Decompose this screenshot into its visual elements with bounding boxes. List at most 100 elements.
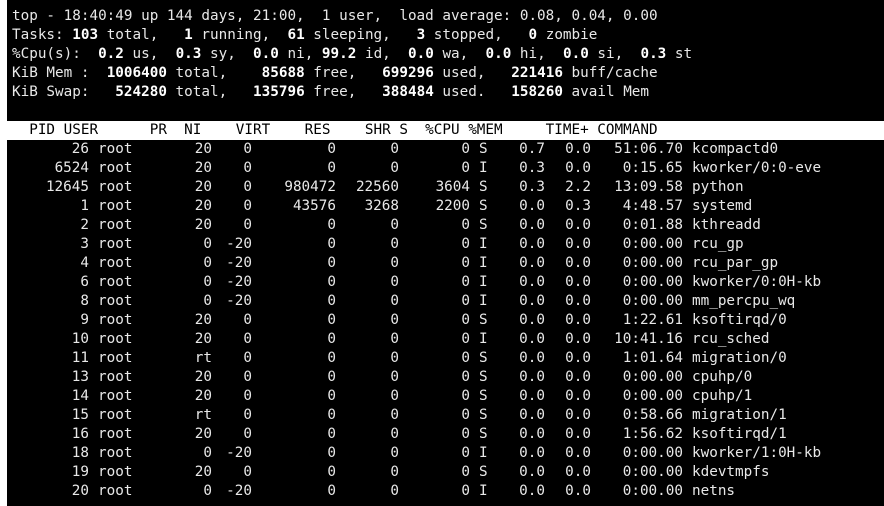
cell-mem: 0.0 (565, 312, 591, 328)
cell-ni: -20 (226, 236, 252, 252)
cell-pid: 12645 (45, 179, 89, 195)
cell-time: 13:09.58 (614, 179, 683, 195)
cell-s: S (479, 388, 488, 404)
cell-virt: 0 (327, 426, 336, 442)
mem-total-text: total, (166, 65, 262, 81)
cell-pid: 4 (80, 255, 89, 271)
cell-virt: 0 (327, 350, 336, 366)
table-row: 10 root 20 0 0 0 0 I 0.0 0.0 10:41.16 rcu_sched (12, 330, 770, 349)
cell-ni: 0 (243, 198, 252, 214)
table-row: 1 root 20 0 43576 3268 2200 S 0.0 0.3 4:48.57 syste… (12, 197, 752, 216)
cell-virt: 0 (327, 369, 336, 385)
cell-user: root (98, 236, 133, 252)
cell-cmd: netns (692, 483, 736, 499)
cell-ni: -20 (226, 255, 252, 271)
cell-cpu: 0.0 (519, 464, 545, 480)
cell-shr: 3604 (435, 179, 470, 195)
cell-ni: 0 (243, 350, 252, 366)
cell-pid: 13 (71, 369, 89, 385)
cpu-ni: 0.0 (253, 46, 279, 62)
cell-res: 0 (390, 312, 399, 328)
cell-cmd: kthreadd (692, 217, 761, 233)
cell-cmd: migration/1 (692, 407, 787, 423)
cell-mem: 0.0 (565, 217, 591, 233)
tasks-total-text: total, (98, 27, 185, 43)
cell-time: 0:00.00 (622, 464, 683, 480)
cell-user: root (98, 293, 133, 309)
cell-pid: 19 (71, 464, 89, 480)
swap-used-text: used. (433, 84, 512, 100)
mem-used-text: used, (433, 65, 512, 81)
cell-shr: 0 (461, 331, 470, 347)
cell-cpu: 0.0 (519, 274, 545, 290)
cell-shr: 0 (461, 407, 470, 423)
cell-user: root (98, 369, 133, 385)
cpu-st-text: st (666, 46, 693, 62)
cell-virt: 980472 (284, 179, 336, 195)
cell-s: I (479, 293, 488, 309)
column-header: PID USER PR NI VIRT RES SHR S %CPU %MEM … (12, 122, 658, 138)
cell-s: I (479, 331, 488, 347)
swap-label: KiB Swap: (12, 84, 116, 100)
cell-s: S (479, 141, 488, 157)
cell-shr: 0 (461, 388, 470, 404)
swap-used: 388484 (382, 84, 434, 100)
cell-ni: 0 (243, 217, 252, 233)
cell-s: I (479, 255, 488, 271)
cell-pr: 20 (194, 141, 212, 157)
cell-virt: 0 (327, 217, 336, 233)
cell-s: I (479, 483, 488, 499)
cell-shr: 0 (461, 217, 470, 233)
table-row: 6 root 0 -20 0 0 0 I 0.0 0.0 0:00.00 kworker/0:0H-k… (12, 273, 821, 292)
cell-time: 0:00.00 (622, 236, 683, 252)
cell-ni: 0 (243, 464, 252, 480)
tasks-zombie: 0 (528, 27, 538, 43)
table-row: 3 root 0 -20 0 0 0 I 0.0 0.0 0:00.00 rcu_gp (12, 235, 743, 254)
cell-time: 10:41.16 (614, 331, 683, 347)
cell-s: S (479, 464, 488, 480)
cell-ni: 0 (243, 331, 252, 347)
cell-virt: 0 (327, 255, 336, 271)
cell-pr: 20 (194, 198, 212, 214)
cell-virt: 0 (327, 331, 336, 347)
cell-ni: 0 (243, 426, 252, 442)
cell-user: root (98, 464, 133, 480)
cell-shr: 0 (461, 350, 470, 366)
cell-shr: 0 (461, 274, 470, 290)
cell-mem: 0.0 (565, 426, 591, 442)
cell-pid: 20 (71, 483, 89, 499)
cell-cpu: 0.0 (519, 407, 545, 423)
cell-shr: 0 (461, 160, 470, 176)
cell-shr: 0 (461, 255, 470, 271)
cell-virt: 43576 (292, 198, 336, 214)
cell-pid: 10 (71, 331, 89, 347)
cell-cmd: cpuhp/0 (692, 369, 753, 385)
cell-ni: 0 (243, 312, 252, 328)
cell-cmd: kworker/0:0H-kb (692, 274, 822, 290)
cell-pid: 16 (71, 426, 89, 442)
cell-user: root (98, 141, 133, 157)
cell-pid: 14 (71, 388, 89, 404)
cell-pr: 20 (194, 388, 212, 404)
cell-virt: 0 (327, 407, 336, 423)
cell-pr: rt (194, 350, 212, 366)
cell-cpu: 0.0 (519, 350, 545, 366)
cell-pr: rt (194, 407, 212, 423)
cell-time: 0:58.66 (622, 407, 683, 423)
cell-s: I (479, 445, 488, 461)
cell-time: 0:00.00 (622, 483, 683, 499)
cell-ni: -20 (226, 483, 252, 499)
swap-free-text: free, (304, 84, 383, 100)
mem-free: 85688 (261, 65, 305, 81)
cell-pr: 20 (194, 312, 212, 328)
cell-shr: 2200 (435, 198, 470, 214)
cell-cmd: kcompactd0 (692, 141, 779, 157)
table-row: 26 root 20 0 0 0 0 S 0.7 0.0 51:06.70 kcompactd0 (12, 140, 778, 159)
cell-res: 0 (390, 217, 399, 233)
cell-res: 22560 (355, 179, 399, 195)
table-row: 2 root 20 0 0 0 0 S 0.0 0.0 0:01.88 kthreadd (12, 216, 761, 235)
table-row: 12645 root 20 0 980472 22560 3604 S 0.3 2.2 13:09.… (12, 178, 744, 197)
terminal-window[interactable]: top - 18:40:49 up 144 days, 21:00, 1 use… (7, 0, 884, 506)
cell-s: S (479, 217, 488, 233)
cell-pr: 20 (194, 369, 212, 385)
